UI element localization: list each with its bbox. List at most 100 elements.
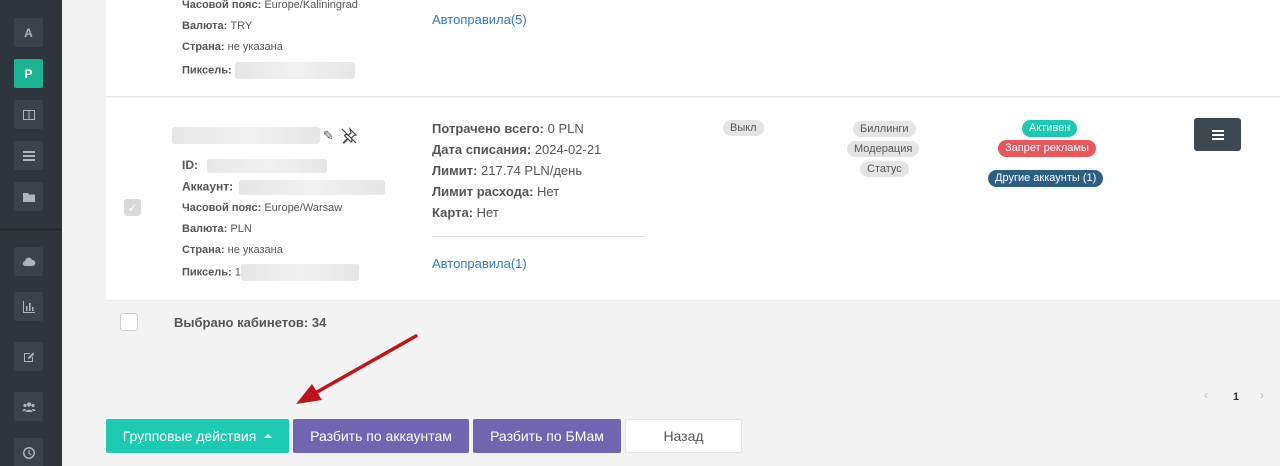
- group-actions-label: Групповые действия: [122, 428, 257, 444]
- country-label: Страна:: [182, 244, 225, 256]
- moderation-pill[interactable]: Модерация: [847, 141, 920, 157]
- limit-line: Лимит: 217.74 PLN/день: [432, 160, 601, 181]
- country-line: Страна: не указана: [182, 244, 283, 257]
- pixel-line: Пиксель:: [182, 62, 355, 79]
- sidebar-item-chart[interactable]: [14, 292, 43, 321]
- divider: [432, 236, 644, 237]
- pagination-next[interactable]: ›: [1260, 388, 1264, 402]
- table-row: Часовой пояс: Europe/Kaliningrad Валюта:…: [106, 0, 1280, 97]
- pixel-label: Пиксель:: [182, 64, 232, 77]
- edit-icon: [23, 352, 34, 362]
- account-name-redacted: [172, 127, 320, 145]
- pixel-redacted: [240, 264, 359, 281]
- pixel-value: 1: [234, 266, 241, 279]
- currency-label: Валюта:: [182, 20, 228, 32]
- other-accounts-badge[interactable]: Другие аккаунты (1): [988, 170, 1104, 187]
- pagination-page[interactable]: 1: [1233, 391, 1239, 403]
- currency-line: Валюта: TRY: [182, 20, 252, 33]
- card-value: Нет: [476, 205, 499, 220]
- charge-date-label: Дата списания:: [432, 142, 532, 157]
- limit-label: Лимит:: [432, 163, 478, 178]
- billing-pill[interactable]: Биллинги: [853, 121, 916, 137]
- sidebar: A P: [0, 0, 62, 466]
- card-line: Карта: Нет: [432, 202, 601, 223]
- status-toggle[interactable]: Выкл: [723, 120, 764, 136]
- row-checkbox[interactable]: ✓: [124, 199, 141, 216]
- country-label: Страна:: [182, 41, 225, 53]
- sidebar-divider: [0, 228, 62, 231]
- account-label: Аккаунт:: [182, 179, 234, 194]
- caret-up-icon: [264, 434, 273, 438]
- pixel-label: Пиксель:: [182, 266, 232, 279]
- pixel-redacted: [234, 62, 355, 79]
- main-content: Часовой пояс: Europe/Kaliningrad Валюта:…: [62, 0, 1280, 466]
- spent-label: Потрачено всего:: [432, 121, 544, 136]
- timezone-label: Часовой пояс:: [182, 202, 262, 214]
- currency-line: Валюта: PLN: [182, 223, 252, 236]
- hamburger-icon: [1211, 133, 1224, 136]
- id-redacted: [207, 159, 328, 173]
- back-button[interactable]: Назад: [625, 419, 742, 453]
- ad-ban-badge: Запрет рекламы: [998, 140, 1096, 157]
- selected-count: Выбрано кабинетов: 34: [174, 315, 327, 330]
- spent-line: Потрачено всего: 0 PLN: [432, 118, 601, 139]
- columns-icon: [22, 109, 35, 120]
- group-actions-button[interactable]: Групповые действия: [106, 419, 289, 453]
- currency-value: PLN: [230, 223, 252, 235]
- timezone-value: Europe/Warsaw: [264, 202, 343, 214]
- sidebar-item-cloud[interactable]: [14, 247, 43, 276]
- account-redacted: [238, 180, 385, 195]
- bar-chart-icon: [22, 300, 35, 313]
- table-row: ✓ ✎ ID: Аккаунт: Часовой пояс: Europe/Wa…: [106, 98, 1280, 301]
- card-label: Карта:: [432, 205, 474, 220]
- timezone-line: Часовой пояс: Europe/Kaliningrad: [182, 0, 358, 12]
- timezone-label: Часовой пояс:: [182, 0, 262, 11]
- timezone-line: Часовой пояс: Europe/Warsaw: [182, 202, 342, 215]
- sidebar-item-columns[interactable]: [14, 100, 43, 129]
- spend-limit-value: Нет: [537, 184, 560, 199]
- sidebar-item-label: A: [24, 25, 33, 40]
- pagination-prev[interactable]: ‹: [1204, 388, 1208, 402]
- account-name: [172, 127, 320, 145]
- select-all-checkbox[interactable]: [120, 313, 138, 331]
- country-line: Страна: не указана: [182, 41, 283, 54]
- edit-name-icon[interactable]: ✎: [323, 128, 334, 144]
- status-badge: Активен: [1022, 120, 1078, 137]
- clock-icon: [22, 446, 35, 459]
- sidebar-item-p[interactable]: P: [14, 59, 43, 88]
- sidebar-item-edit[interactable]: [14, 342, 43, 371]
- sidebar-item-a[interactable]: A: [14, 18, 43, 47]
- pixel-line: Пиксель: 1: [182, 264, 359, 281]
- country-value: не указана: [227, 41, 283, 53]
- split-accounts-button[interactable]: Разбить по аккаунтам: [293, 419, 469, 453]
- sidebar-item-folder[interactable]: [14, 182, 43, 211]
- id-label: ID:: [182, 158, 198, 173]
- currency-label: Валюта:: [182, 223, 228, 235]
- autorules-link[interactable]: Автоправила(5): [432, 12, 527, 27]
- cloud-upload-icon: [22, 257, 35, 266]
- sidebar-item-users[interactable]: [14, 392, 43, 421]
- sidebar-item-list[interactable]: [14, 141, 43, 170]
- unpin-icon[interactable]: [340, 127, 358, 150]
- autorules-link[interactable]: Автоправила(1): [432, 256, 527, 271]
- folder-icon: [22, 192, 35, 202]
- spent-value: 0 PLN: [547, 121, 584, 136]
- country-value: не указана: [227, 244, 283, 256]
- sidebar-item-clock[interactable]: [14, 438, 43, 466]
- charge-date-line: Дата списания: 2024-02-21: [432, 139, 601, 160]
- charge-date-value: 2024-02-21: [534, 142, 602, 157]
- limit-value: 217.74 PLN/день: [481, 163, 583, 178]
- timezone-value: Europe/Kaliningrad: [264, 0, 358, 11]
- split-bm-button[interactable]: Разбить по БМам: [473, 419, 621, 453]
- row-menu-button[interactable]: [1194, 118, 1241, 151]
- account-line: Аккаунт:: [182, 180, 385, 195]
- status-pill[interactable]: Статус: [860, 161, 909, 177]
- annotation-arrow: [296, 334, 418, 404]
- spend-limit-label: Лимит расхода:: [432, 184, 534, 199]
- id-line: ID:: [182, 158, 328, 173]
- list-icon: [22, 150, 35, 161]
- billing-info: Потрачено всего: 0 PLN Дата списания: 20…: [432, 118, 601, 223]
- spend-limit-line: Лимит расхода: Нет: [432, 181, 601, 202]
- sidebar-item-label: P: [24, 66, 33, 81]
- users-icon: [22, 401, 35, 412]
